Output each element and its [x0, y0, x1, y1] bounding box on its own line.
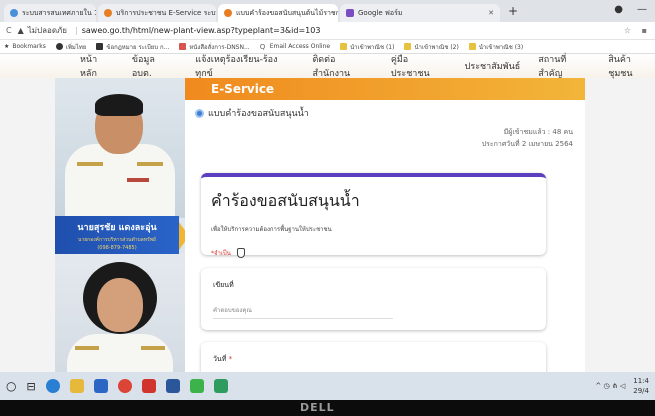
tab-label: แบบคำร้องขอสนับสนุนต้นไม้ราชการ	[236, 8, 338, 17]
tab-favicon-icon	[224, 9, 232, 17]
official-name: นายสุรชัย แดงละอุ่น	[77, 223, 157, 233]
start-icon[interactable]: ○	[6, 379, 16, 393]
bookmark-item[interactable]: ข้อกฎหมาย ระเบียบ ก...	[96, 42, 169, 52]
sidebar: นายสุรชัย แดงละอุ่น นายกองค์การบริหารส่ว…	[55, 78, 189, 400]
face	[97, 278, 143, 332]
official-name-card[interactable]: นายสุรชัย แดงละอุ่น นายกองค์การบริหารส่ว…	[55, 216, 179, 256]
bookmark-item[interactable]: นำเข้าพาณิช (3)	[468, 42, 523, 52]
shoulder-board	[75, 346, 99, 350]
browser-tab[interactable]: ระบบสารสนเทศภายใน 13/2 ส.ค. ✕	[4, 4, 96, 22]
site-navigation: หน้าหลัก ข้อมูล อบต. แจ้งเหตุร้องเรียน-ร…	[0, 52, 655, 80]
tab-favicon-icon	[104, 9, 112, 17]
nav-item-complaint[interactable]: แจ้งเหตุร้องเรียน-ร้องทุกข์	[195, 52, 294, 80]
nav-item-info[interactable]: ข้อมูล อบต.	[132, 52, 177, 80]
tab-bar: ระบบสารสนเทศภายใน 13/2 ส.ค. ✕ บริการประช…	[0, 0, 655, 22]
uniform-shape	[65, 144, 175, 218]
extensions-icon[interactable]: ▪	[642, 26, 647, 35]
browser-tab[interactable]: บริการประชาชน E-Service ระบบ ✕	[98, 4, 216, 22]
required-note: *จำเป็น	[211, 248, 546, 258]
official-photo-1	[55, 78, 185, 218]
bookmark-icon	[55, 43, 63, 50]
system-tray: ^ ◷ ⋔ ◁ 11:4 29/4	[595, 376, 649, 396]
bookmark-item[interactable]: Q Email Access Online	[259, 43, 330, 51]
url-text[interactable]: saweo.go.th/html/new-plant-view.asp?type…	[82, 26, 321, 35]
bookmarks-menu[interactable]: ★ Bookmarks	[4, 43, 46, 50]
tab-favicon-icon	[10, 9, 18, 17]
bookmark-item[interactable]: หนังสือสั่งการ-DNSN...	[179, 42, 250, 52]
star-icon: ★	[4, 43, 10, 50]
nav-item-manual[interactable]: คู่มือประชาชน	[391, 52, 447, 80]
tab-label: Google ฟอร์ม	[358, 8, 403, 17]
question-label: เขียนที่	[213, 281, 234, 289]
nav-item-home[interactable]: หน้าหลัก	[80, 52, 114, 80]
edge-icon[interactable]	[45, 379, 60, 393]
shoulder-board	[77, 162, 103, 166]
bookmark-item[interactable]: เพิ่มไทย	[55, 42, 86, 52]
main-content: E-Service แบบคำร้องขอสนับสนุนน้ำ มีผู้เข…	[185, 78, 585, 400]
bullet-icon	[195, 108, 204, 118]
section-header: E-Service	[185, 78, 585, 100]
monitor-logo: DELL	[300, 401, 335, 414]
official-position: นายกองค์การบริหารส่วนตำบลทรัพย์	[78, 237, 156, 243]
nav-item-places[interactable]: สถานที่สำคัญ	[538, 52, 590, 80]
search-icon: Q	[259, 43, 266, 51]
required-marker: *	[228, 355, 233, 363]
post-meta: มีผู้เข้าชมแล้ว : 48 คน ประกาศวันที่ 2 เ…	[482, 126, 573, 150]
close-icon[interactable]: ✕	[488, 9, 494, 17]
answer-input[interactable]: คำตอบของคุณ	[213, 305, 393, 319]
bookmark-item[interactable]: นำเข้าพาณิช (2)	[404, 42, 459, 52]
browser-tab-active[interactable]: แบบคำร้องขอสนับสนุนต้นไม้ราชการ ✕	[218, 4, 338, 22]
profile-icon[interactable]: ●	[614, 4, 623, 15]
line-icon[interactable]	[189, 379, 204, 393]
folder-icon	[468, 43, 476, 50]
address-bar[interactable]: C ▲ ไม่ปลอดภัย | saweo.go.th/html/new-pl…	[0, 22, 655, 40]
hair	[95, 94, 143, 116]
post-date: ประกาศวันที่ 2 เมษายน 2564	[481, 140, 573, 148]
reload-icon[interactable]: C	[6, 26, 12, 35]
browser-tab[interactable]: Google ฟอร์ม ✕	[340, 4, 500, 22]
shoulder-board	[141, 346, 165, 350]
warning-icon: ▲	[17, 26, 24, 35]
nav-item-news[interactable]: ประชาสัมพันธ์	[465, 59, 521, 73]
taskbar: ○ ⊟ ^ ◷ ⋔ ◁ 11:4 29/4	[0, 372, 655, 400]
pdf-icon[interactable]	[141, 379, 156, 393]
form-title: คำร้องขอสนับสนุนน้ำ	[211, 191, 360, 210]
bookmark-icon	[96, 43, 104, 50]
store-icon[interactable]	[93, 379, 108, 393]
question-label: วันที่ *	[213, 355, 233, 363]
breadcrumb-title: แบบคำร้องขอสนับสนุนน้ำ	[208, 109, 309, 119]
bookmark-star-icon[interactable]: ☆	[624, 26, 631, 35]
window-controls: ● —	[614, 4, 647, 15]
security-label: ไม่ปลอดภัย	[27, 26, 67, 35]
screen: ระบบสารสนเทศภายใน 13/2 ส.ค. ✕ บริการประช…	[0, 0, 655, 400]
form-description: เพื่อให้บริการความต้องการพื้นฐานให้ประชา…	[211, 226, 332, 233]
tab-label: บริการประชาชน E-Service ระบบ	[116, 8, 216, 17]
breadcrumb: แบบคำร้องขอสนับสนุนน้ำ	[195, 106, 309, 120]
separator: |	[75, 26, 78, 35]
view-count: มีผู้เข้าชมแล้ว : 48 คน	[503, 128, 573, 136]
medal-ribbon	[127, 178, 149, 182]
new-tab-button[interactable]: +	[508, 4, 518, 18]
task-view-icon[interactable]: ⊟	[26, 380, 35, 393]
app-icon[interactable]	[213, 379, 228, 393]
folder-icon	[404, 43, 412, 50]
tab-label: ระบบสารสนเทศภายใน 13/2 ส.ค.	[22, 8, 96, 17]
chrome-icon[interactable]	[117, 379, 132, 393]
hand-cursor-icon	[236, 248, 245, 258]
form-header-card: คำร้องขอสนับสนุนน้ำ เพื่อให้บริการความต้…	[201, 173, 546, 258]
bookmark-item[interactable]: นำเข้าพาณิช (1)	[340, 42, 394, 52]
file-explorer-icon[interactable]	[69, 379, 84, 393]
official-phone: (098-879-7485)	[97, 245, 137, 251]
word-icon[interactable]	[165, 379, 180, 393]
bookmark-icon	[179, 43, 187, 50]
nav-item-contact[interactable]: ติดต่อสำนักงาน	[312, 52, 372, 80]
tab-favicon-icon	[346, 9, 354, 17]
folder-icon	[340, 43, 348, 50]
clock[interactable]: 11:4 29/4	[633, 376, 649, 396]
question-card: เขียนที่ คำตอบของคุณ	[201, 268, 546, 330]
minimize-icon[interactable]: —	[637, 4, 647, 15]
nav-item-products[interactable]: สินค้าชุมชน	[608, 52, 655, 80]
shoulder-board	[137, 162, 163, 166]
tray-icons[interactable]: ^ ◷ ⋔ ◁	[595, 381, 625, 391]
